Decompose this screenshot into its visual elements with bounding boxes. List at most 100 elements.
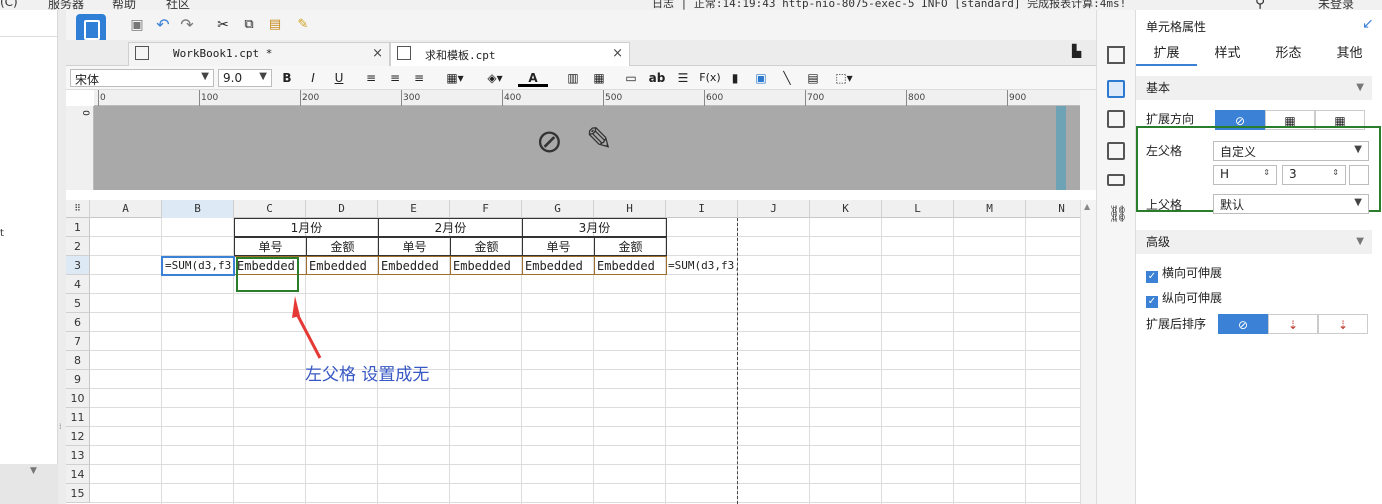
slash-icon[interactable]: ╲ <box>778 69 796 87</box>
formula-button[interactable]: F(x) <box>698 69 722 87</box>
paste-icon[interactable]: ▤ <box>266 16 284 34</box>
row-header-9[interactable]: 9 <box>66 370 90 389</box>
close-icon[interactable]: × <box>612 46 623 61</box>
row-header-3[interactable]: 3 <box>66 256 90 275</box>
row-header-5[interactable]: 5 <box>66 294 90 313</box>
sort-desc-button[interactable]: ⇣ <box>1318 314 1368 334</box>
align-left-icon[interactable]: ≡ <box>362 69 380 87</box>
save-icon[interactable]: ▣ <box>128 16 146 34</box>
cell-picker-icon[interactable] <box>1349 165 1369 185</box>
select-all-icon[interactable]: ⠿ <box>66 200 90 218</box>
column-header-h[interactable]: H <box>594 200 666 218</box>
row-header-7[interactable]: 7 <box>66 332 90 351</box>
search-icon[interactable]: ⚲ <box>1255 0 1265 10</box>
stepper-icon[interactable]: ⇕ <box>1332 168 1339 177</box>
sort-none-button[interactable]: ⊘ <box>1218 314 1268 334</box>
float-element-icon[interactable] <box>1107 110 1125 128</box>
row-header-13[interactable]: 13 <box>66 446 90 465</box>
sub-header-cell[interactable]: 金额 <box>594 237 667 256</box>
month-header-cell[interactable]: 3月份 <box>522 218 667 237</box>
column-header-k[interactable]: K <box>810 200 882 218</box>
menu-item[interactable]: (C) <box>0 0 18 9</box>
more-icon[interactable]: ⬚▾ <box>830 69 858 87</box>
column-header-d[interactable]: D <box>306 200 378 218</box>
sub-header-cell[interactable]: 单号 <box>522 237 595 256</box>
undo-icon[interactable]: ↶ <box>154 16 172 34</box>
chevron-up-icon[interactable]: ▲ <box>1084 202 1090 211</box>
pin-icon[interactable]: ↙ <box>1362 16 1374 32</box>
cut-icon[interactable]: ✂ <box>214 16 232 34</box>
stepper-icon[interactable]: ⇕ <box>1263 168 1270 177</box>
row-header-15[interactable]: 15 <box>66 484 90 503</box>
sub-header-cell[interactable]: 金额 <box>306 237 379 256</box>
column-header-c[interactable]: C <box>234 200 306 218</box>
column-header-b[interactable]: B <box>162 200 234 218</box>
section-advanced[interactable]: 高级 ▼ <box>1136 230 1372 254</box>
wrap-text-icon[interactable]: ☰ <box>674 69 692 87</box>
font-family-select[interactable]: 宋体 ▼ <box>70 69 214 87</box>
font-size-select[interactable]: 9.0 ▼ <box>218 69 272 87</box>
tab-other[interactable]: 其他 <box>1319 42 1380 66</box>
widget-icon[interactable] <box>1107 142 1125 160</box>
h-expand-checkbox[interactable]: ✓ 横向可伸展 <box>1146 264 1222 283</box>
cell-element-icon[interactable] <box>1107 46 1125 64</box>
fill-color-icon[interactable]: ◈▾ <box>480 69 510 87</box>
menu-item-server[interactable]: 服务器 <box>48 0 84 10</box>
tab-workbook1[interactable]: WorkBook1.cpt * × <box>128 42 390 66</box>
column-header-j[interactable]: J <box>738 200 810 218</box>
hyperlink-icon[interactable]: ⛓ <box>1108 204 1128 223</box>
column-header-i[interactable]: I <box>666 200 738 218</box>
embedded-cell[interactable]: Embedded <box>594 256 667 275</box>
report-header-area[interactable]: ⊘ ✎ <box>94 106 1056 190</box>
image-icon[interactable]: ▣ <box>752 69 770 87</box>
panel-splitter[interactable]: ⁞ <box>58 10 66 504</box>
tab-expand[interactable]: 扩展 <box>1136 42 1197 66</box>
cell-attr-icon[interactable] <box>1107 80 1125 98</box>
login-link[interactable]: 未登录 <box>1318 0 1354 10</box>
v-expand-checkbox[interactable]: ✓ 纵向可伸展 <box>1146 289 1222 308</box>
underline-button[interactable]: U <box>330 69 348 87</box>
insert-row-icon[interactable]: ▭ <box>622 69 640 87</box>
row-header-2[interactable]: 2 <box>66 237 90 256</box>
row-header-8[interactable]: 8 <box>66 351 90 370</box>
vertical-scrollbar[interactable]: ▲ <box>1080 200 1096 504</box>
align-right-icon[interactable]: ≡ <box>410 69 428 87</box>
column-header-l[interactable]: L <box>882 200 954 218</box>
column-header-f[interactable]: F <box>450 200 522 218</box>
embedded-cell[interactable]: Embedded <box>306 256 379 275</box>
pencil-icon[interactable]: ✎ <box>586 120 613 158</box>
embedded-cell[interactable]: Embedded <box>522 256 595 275</box>
row-header-10[interactable]: 10 <box>66 389 90 408</box>
left-parent-column-input[interactable]: H ⇕ <box>1213 165 1277 185</box>
chart-icon[interactable]: ▮ <box>726 69 744 87</box>
row-header-12[interactable]: 12 <box>66 427 90 446</box>
column-header-m[interactable]: M <box>954 200 1026 218</box>
embedded-cell[interactable]: Embedded <box>450 256 523 275</box>
column-header-a[interactable]: A <box>90 200 162 218</box>
left-parent-select[interactable]: 自定义 ▼ <box>1213 141 1369 161</box>
left-parent-row-input[interactable]: 3 ⇕ <box>1282 165 1346 185</box>
split-cells-icon[interactable]: ▦ <box>590 69 608 87</box>
font-color-button[interactable]: A <box>518 69 548 87</box>
month-header-cell[interactable]: 1月份 <box>234 218 379 237</box>
bold-button[interactable]: B <box>278 69 296 87</box>
row-header-6[interactable]: 6 <box>66 313 90 332</box>
border-icon[interactable]: ▦▾ <box>440 69 470 87</box>
row-header-14[interactable]: 14 <box>66 465 90 484</box>
copy-icon[interactable]: ⧉ <box>240 16 258 34</box>
tab-sum-template[interactable]: 求和模板.cpt × <box>390 42 630 66</box>
text-button[interactable]: ab <box>646 69 668 87</box>
column-header-e[interactable]: E <box>378 200 450 218</box>
italic-button[interactable]: I <box>304 69 322 87</box>
sort-asc-button[interactable]: ⇣ <box>1268 314 1318 334</box>
row-header-11[interactable]: 11 <box>66 408 90 427</box>
column-header-g[interactable]: G <box>522 200 594 218</box>
row-header-1[interactable]: 1 <box>66 218 90 237</box>
section-basic[interactable]: 基本 ▼ <box>1136 76 1372 100</box>
menu-item-help[interactable]: 帮助 <box>112 0 136 10</box>
sub-header-cell[interactable]: 单号 <box>378 237 451 256</box>
redo-icon[interactable]: ↷ <box>178 16 196 34</box>
menu-item-community[interactable]: 社区 <box>166 0 190 10</box>
month-header-cell[interactable]: 2月份 <box>378 218 523 237</box>
align-center-icon[interactable]: ≡ <box>386 69 404 87</box>
